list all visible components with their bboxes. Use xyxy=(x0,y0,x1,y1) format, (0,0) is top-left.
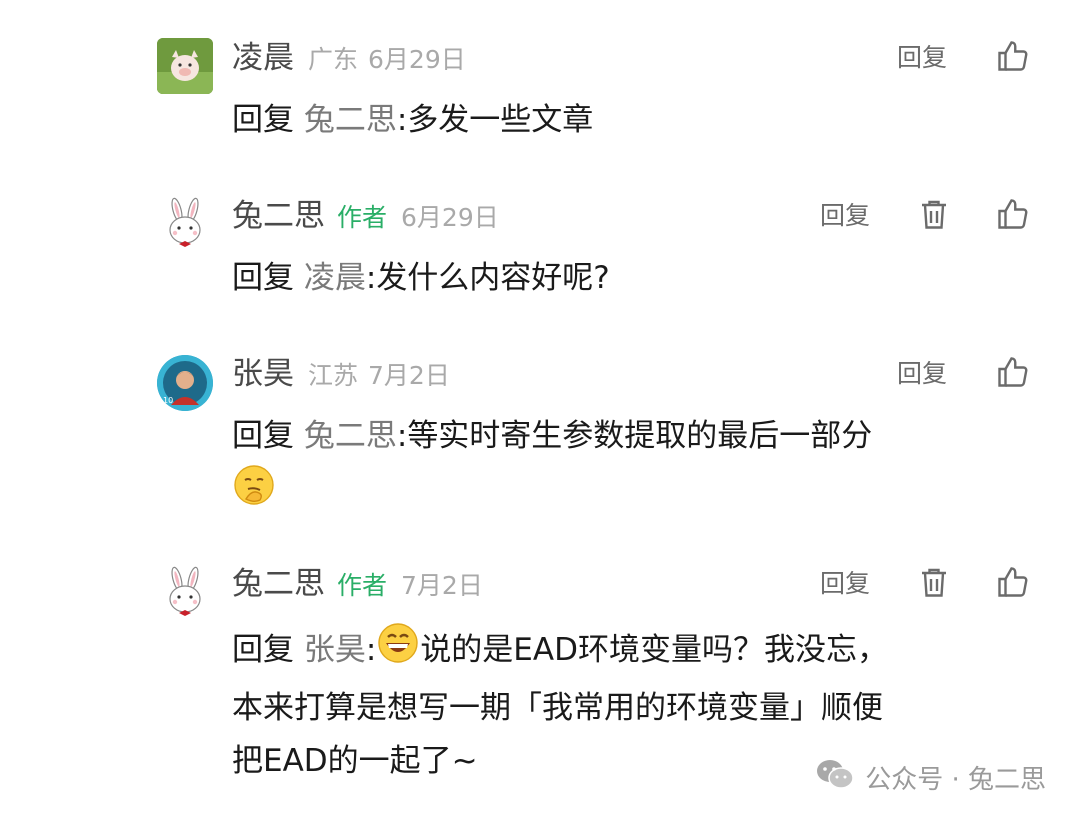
reply-prefix: 回复 xyxy=(232,260,294,296)
thumbs-up-icon xyxy=(998,41,1028,71)
comment-header: 兔二思 作者 7月2日 xyxy=(232,564,483,606)
colon: : xyxy=(396,102,408,138)
author-badge: 作者 xyxy=(337,571,388,600)
colon: : xyxy=(396,418,408,454)
reply-prefix: 回复 xyxy=(232,102,294,138)
comment-header: 兔二思 作者 6月29日 xyxy=(232,196,499,238)
author-badge: 作者 xyxy=(337,203,388,232)
comment-line: 本来打算是想写一期「我常用的环境变量」顺便 xyxy=(232,690,883,726)
avatar[interactable] xyxy=(157,565,213,621)
wechat-icon xyxy=(815,758,855,797)
date: 7月2日 xyxy=(368,361,450,390)
nickname[interactable]: 兔二思 xyxy=(232,566,325,602)
nickname[interactable]: 张昊 xyxy=(232,356,294,392)
child-avatar: 10 xyxy=(157,355,213,411)
thumbs-up-icon xyxy=(998,199,1028,229)
reply-button[interactable]: 回复 xyxy=(897,354,947,394)
date: 6月29日 xyxy=(401,203,499,232)
rabbit-avatar xyxy=(169,197,201,247)
svg-text:10: 10 xyxy=(163,396,173,405)
delete-button[interactable] xyxy=(916,196,952,232)
reply-button[interactable]: 回复 xyxy=(820,564,870,604)
rabbit-avatar xyxy=(169,566,201,616)
nickname[interactable]: 兔二思 xyxy=(232,198,325,234)
pig-avatar xyxy=(157,38,213,94)
avatar[interactable] xyxy=(157,196,213,252)
reply-prefix: 回复 xyxy=(232,418,294,454)
comment-line: 回复 张昊: 说的是EAD环境变量吗？我没忘， xyxy=(232,621,1010,682)
meta: 6月29日 xyxy=(401,203,499,232)
comment-text: 说的是EAD环境变量吗？我没忘， xyxy=(420,632,888,668)
reply-target[interactable]: 凌晨 xyxy=(304,260,366,296)
reply-target[interactable]: 张昊 xyxy=(304,632,366,668)
meta: 江苏 7月2日 xyxy=(308,361,450,390)
nickname[interactable]: 凌晨 xyxy=(232,40,294,76)
meta: 广东 6月29日 xyxy=(308,45,466,74)
trash-icon xyxy=(922,568,946,597)
comment-body: 回复 兔二思:多发一些文章 xyxy=(232,94,1010,147)
comment-body: 回复 兔二思:等实时寄生参数提取的最后一部分 xyxy=(232,410,1010,524)
like-button[interactable] xyxy=(995,196,1031,232)
comment-line: 回复 兔二思:等实时寄生参数提取的最后一部分 xyxy=(232,410,1010,463)
region: 江苏 xyxy=(308,361,359,390)
avatar[interactable] xyxy=(157,38,213,94)
colon: : xyxy=(365,632,377,668)
comment-text: 多发一些文章 xyxy=(407,102,594,138)
like-button[interactable] xyxy=(995,564,1031,600)
comment-text: 等实时寄生参数提取的最后一部分 xyxy=(407,418,873,454)
thumbs-up-icon xyxy=(998,357,1028,387)
comment-text: 发什么内容好呢? xyxy=(376,260,610,296)
delete-button[interactable] xyxy=(916,564,952,600)
thumbs-up-icon xyxy=(998,567,1028,597)
date: 6月29日 xyxy=(368,45,466,74)
watermark-label: 公众号 · 兔二思 xyxy=(865,765,1046,795)
comment-line xyxy=(232,463,1010,524)
region: 广东 xyxy=(308,45,359,74)
date: 7月2日 xyxy=(401,571,483,600)
colon: : xyxy=(365,260,377,296)
reply-button[interactable]: 回复 xyxy=(820,196,870,236)
avatar[interactable]: 10 xyxy=(157,355,213,411)
like-button[interactable] xyxy=(995,38,1031,74)
thinking-emoji xyxy=(232,463,276,524)
reply-target[interactable]: 兔二思 xyxy=(304,102,397,138)
reply-prefix: 回复 xyxy=(232,632,294,668)
grin-emoji xyxy=(376,621,420,682)
reply-button[interactable]: 回复 xyxy=(897,38,947,78)
meta: 7月2日 xyxy=(401,571,483,600)
like-button[interactable] xyxy=(995,354,1031,390)
reply-target[interactable]: 兔二思 xyxy=(304,418,397,454)
trash-icon xyxy=(922,200,946,229)
wechat-watermark: 公众号 · 兔二思 xyxy=(815,758,1046,797)
comment-body: 回复 凌晨:发什么内容好呢? xyxy=(232,252,1010,305)
comment-header: 凌晨 广东 6月29日 xyxy=(232,38,466,80)
comment-header: 张昊 江苏 7月2日 xyxy=(232,354,450,396)
